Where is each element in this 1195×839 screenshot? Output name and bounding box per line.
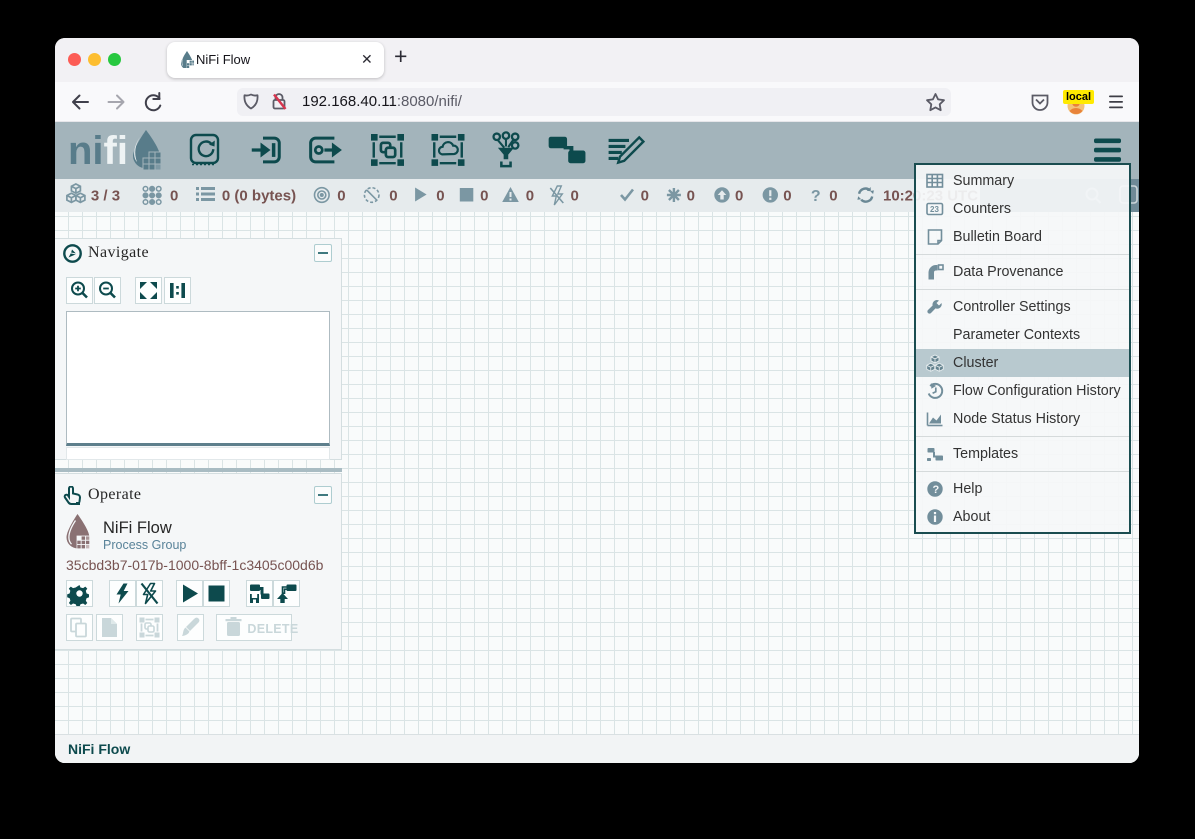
svg-text:?: ? [933,484,940,496]
svg-text:0: 0 [735,188,743,205]
svg-text:23: 23 [930,205,939,214]
svg-text:0: 0 [389,188,397,205]
svg-text:fi: fi [104,129,128,173]
svg-text:3 / 3: 3 / 3 [91,188,120,205]
svg-text:0: 0 [829,188,837,205]
svg-text:0: 0 [783,188,791,205]
svg-text:0: 0 [480,188,488,205]
svg-text:0: 0 [687,188,695,205]
svg-text:ni: ni [68,129,104,173]
svg-text:0: 0 [337,188,345,205]
svg-text:0: 0 [170,188,178,205]
svg-text:0: 0 [641,188,649,205]
svg-text:0: 0 [436,188,444,205]
svg-text:?: ? [811,188,821,205]
svg-text:0: 0 [571,188,579,205]
svg-text:0 (0 bytes): 0 (0 bytes) [222,188,296,205]
svg-text:0: 0 [526,188,534,205]
